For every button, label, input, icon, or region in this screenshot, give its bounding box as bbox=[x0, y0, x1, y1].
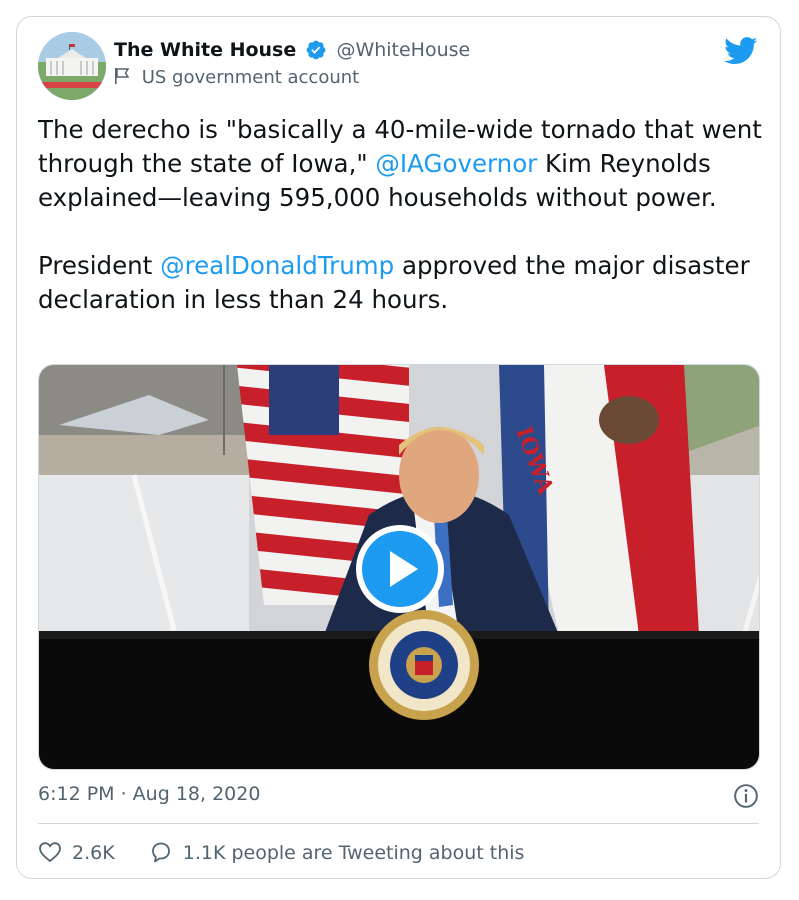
twitter-bird-icon[interactable] bbox=[724, 37, 758, 65]
government-flag-icon bbox=[115, 68, 130, 84]
tweet-text: The derecho is "basically a 40-mile-wide… bbox=[38, 113, 763, 317]
tweet-text-segment: President bbox=[38, 251, 161, 280]
speech-bubble-icon bbox=[151, 842, 170, 863]
conversation-link[interactable]: 1.1K people are Tweeting about this bbox=[149, 840, 525, 864]
mention-ia-governor-link[interactable]: @IAGovernor bbox=[375, 149, 537, 178]
author-handle[interactable]: @WhiteHouse bbox=[336, 39, 470, 61]
verified-badge-icon bbox=[306, 40, 326, 60]
heart-icon bbox=[39, 842, 61, 863]
mention-real-donald-trump-link[interactable]: @realDonaldTrump bbox=[160, 251, 394, 280]
tweet-card: The White House @WhiteHouse US governmen… bbox=[16, 16, 781, 879]
like-button[interactable]: 2.6K bbox=[38, 840, 115, 864]
author-name-row: The White House @WhiteHouse bbox=[114, 39, 470, 61]
tweet-paragraph-2: President @realDonaldTrump approved the … bbox=[38, 249, 763, 317]
engagement-divider bbox=[38, 823, 759, 824]
info-icon[interactable] bbox=[733, 783, 759, 809]
author-avatar[interactable] bbox=[38, 32, 106, 100]
account-label: US government account bbox=[141, 67, 360, 88]
white-house-avatar-image bbox=[38, 32, 106, 100]
conversation-text: 1.1K people are Tweeting about this bbox=[182, 842, 525, 864]
tweet-paragraph-1: The derecho is "basically a 40-mile-wide… bbox=[38, 113, 763, 215]
account-label-row: US government account bbox=[114, 67, 359, 88]
engagement-bar: 2.6K 1.1K people are Tweeting about this bbox=[38, 840, 552, 864]
video-player[interactable]: IOWA bbox=[38, 364, 760, 770]
author-display-name[interactable]: The White House bbox=[114, 39, 296, 61]
tweet-timestamp[interactable]: 6:12 PM · Aug 18, 2020 bbox=[38, 783, 260, 805]
like-count: 2.6K bbox=[72, 842, 115, 864]
play-button[interactable] bbox=[354, 523, 446, 615]
